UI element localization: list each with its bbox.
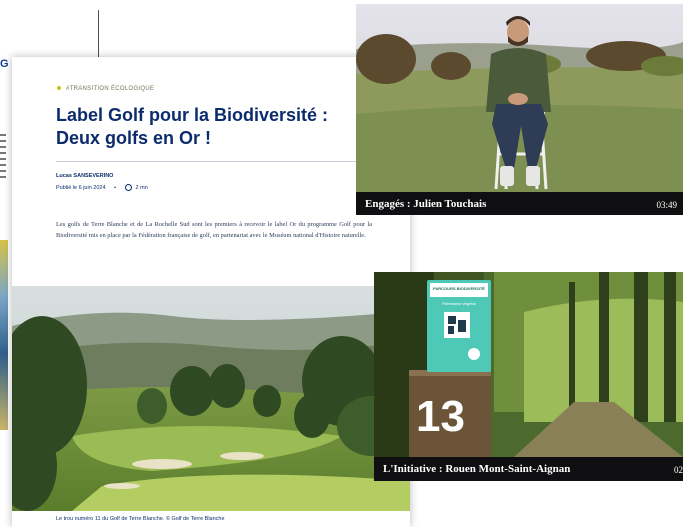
video-title[interactable]: Engagés : Julien Touchais xyxy=(365,198,486,210)
article-title: Label Golf pour la Biodiversité : Deux g… xyxy=(56,105,329,148)
meta-separator: • xyxy=(114,184,117,191)
tag-dot-icon xyxy=(57,86,61,91)
background-text xyxy=(0,130,6,182)
read-time: 2 mn xyxy=(135,184,148,191)
clock-icon xyxy=(124,184,132,191)
divider xyxy=(98,10,99,60)
article-author[interactable]: Lucas SANSEVERINO xyxy=(56,173,113,179)
video-card-engages[interactable]: Engagés : Julien Touchais 03:49 xyxy=(356,4,683,215)
photo-caption: Le trou numéro 11 du Golf de Terre Blanc… xyxy=(56,516,225,522)
video-duration: 02 xyxy=(674,465,683,475)
video-thumbnail[interactable]: PARCOURS BIODIVERSITÉ Patrimoine végétal… xyxy=(374,272,683,457)
title-divider xyxy=(56,161,386,162)
publish-date: Publié le 6 juin 2024 xyxy=(56,184,106,191)
video-duration: 03:49 xyxy=(656,200,677,210)
article-card[interactable]: #TRANSITION ÉCOLOGIQUE Label Golf pour l… xyxy=(12,57,410,527)
sign-label: PARCOURS BIODIVERSITÉ xyxy=(433,286,485,291)
sign-subtitle: Patrimoine végétal xyxy=(442,301,476,306)
background-logo-fragment: G xyxy=(0,58,9,70)
tag-label: #TRANSITION ÉCOLOGIQUE xyxy=(66,86,155,92)
golf-course-image xyxy=(12,286,410,511)
article-photo xyxy=(12,286,410,511)
article-lead: Les golfs de Terre Blanche et de La Roch… xyxy=(56,221,372,239)
post-number: 13 xyxy=(416,392,465,441)
article-tag[interactable]: #TRANSITION ÉCOLOGIQUE xyxy=(57,86,154,92)
video-card-initiative[interactable]: PARCOURS BIODIVERSITÉ Patrimoine végétal… xyxy=(374,272,683,481)
video-thumbnail[interactable] xyxy=(356,4,683,192)
person-seated-image xyxy=(356,4,683,192)
article-meta: Publié le 6 juin 2024 • 2 mn xyxy=(56,184,148,191)
video-title[interactable]: L'Initiative : Rouen Mont-Saint-Aignan xyxy=(383,463,570,475)
background-photo xyxy=(0,240,8,430)
